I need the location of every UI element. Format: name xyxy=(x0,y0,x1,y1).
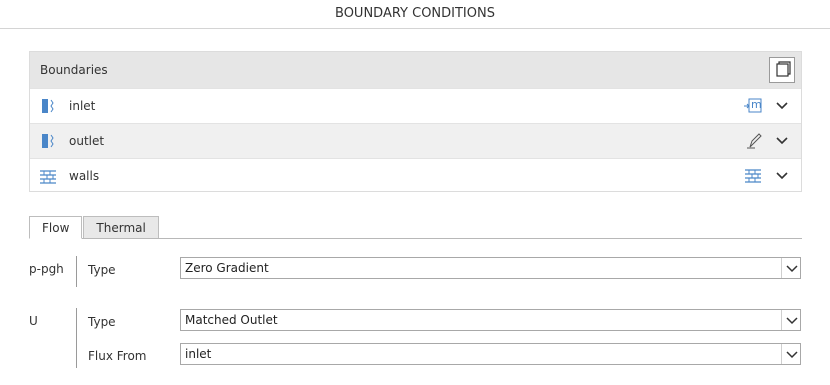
field-label-type: Type xyxy=(88,263,116,277)
boundary-label: walls xyxy=(69,169,100,183)
u-flux-from-select[interactable]: inlet xyxy=(180,343,801,365)
field-label-type: Type xyxy=(88,315,116,329)
chevron-down-icon xyxy=(786,351,798,359)
group-label-u: U xyxy=(29,314,38,328)
field-label-flux-from: Flux From xyxy=(88,349,147,363)
wall-icon[interactable] xyxy=(743,167,763,185)
group-divider xyxy=(76,308,77,368)
group-label-p-pgh: p-pgh xyxy=(29,262,64,276)
chevron-down-icon xyxy=(786,265,798,273)
chevron-down-icon[interactable] xyxy=(775,99,789,113)
copy-button[interactable] xyxy=(769,57,795,83)
p-pgh-type-select[interactable]: Zero Gradient xyxy=(180,257,801,279)
select-value: Zero Gradient xyxy=(185,261,269,275)
chevron-down-icon[interactable] xyxy=(775,134,789,148)
mapped-icon[interactable]: m xyxy=(743,97,763,115)
boundary-label: outlet xyxy=(69,134,105,148)
boundary-row-outlet[interactable]: outlet xyxy=(30,123,801,158)
boundaries-header-label: Boundaries xyxy=(40,63,108,77)
chevron-down-icon xyxy=(786,317,798,325)
tab-divider xyxy=(29,238,802,239)
edit-pencil-icon[interactable] xyxy=(743,132,763,150)
mapped-icon-text: m xyxy=(751,98,762,111)
select-arrow[interactable] xyxy=(781,258,800,278)
select-value: Matched Outlet xyxy=(185,313,278,327)
boundaries-list: Boundaries inlet m outlet walls xyxy=(29,51,802,192)
boundary-row-walls[interactable]: walls xyxy=(30,158,801,193)
panel-title: BOUNDARY CONDITIONS xyxy=(0,0,830,29)
tab-bar: Flow Thermal xyxy=(29,216,160,239)
patch-icon xyxy=(42,99,54,113)
copy-icon xyxy=(776,61,791,77)
boundaries-header: Boundaries xyxy=(30,52,801,88)
u-type-select[interactable]: Matched Outlet xyxy=(180,309,801,331)
tab-flow[interactable]: Flow xyxy=(29,216,83,239)
select-value: inlet xyxy=(185,347,212,361)
patch-icon xyxy=(42,134,54,148)
chevron-down-icon[interactable] xyxy=(775,169,789,183)
boundary-label: inlet xyxy=(69,99,96,113)
select-arrow[interactable] xyxy=(781,310,800,330)
group-divider xyxy=(76,256,77,287)
select-arrow[interactable] xyxy=(781,344,800,364)
boundary-row-inlet[interactable]: inlet m xyxy=(30,88,801,123)
wall-icon xyxy=(40,170,56,184)
tab-thermal[interactable]: Thermal xyxy=(83,216,159,239)
